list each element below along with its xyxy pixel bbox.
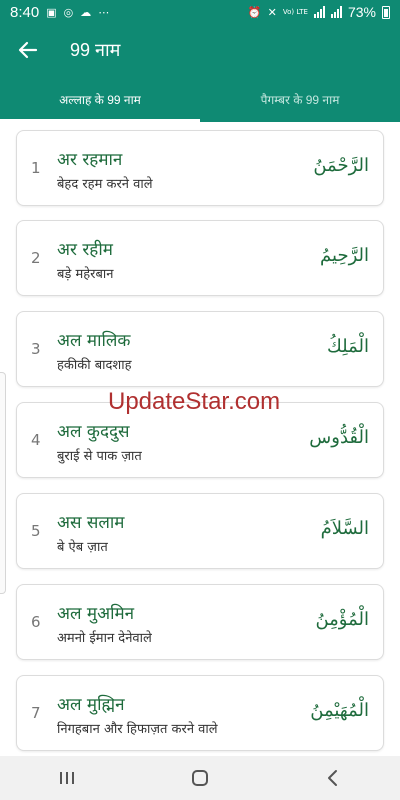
status-left: 8:40 ▣ ◎ ☁ ⋯	[10, 4, 109, 21]
item-arabic: السَّلاَمُ	[320, 518, 369, 539]
home-button[interactable]	[170, 756, 230, 800]
item-number: 1	[31, 159, 41, 177]
item-name: अर रहीम	[57, 240, 113, 260]
list-item[interactable]: 1 अर रहमान बेहद रहम करने वाले الرَّحْمَن…	[16, 130, 384, 206]
mute-icon: ✕	[267, 5, 277, 19]
item-number: 5	[31, 522, 41, 540]
item-meaning: निगहबान और हिफाज़त करने वाले	[57, 722, 218, 737]
battery-percent: 73%	[347, 4, 376, 20]
recents-icon	[59, 772, 74, 784]
item-name: अल मालिक	[57, 331, 131, 351]
item-name: अर रहमान	[57, 150, 123, 170]
signal-strength-2-icon	[330, 6, 342, 18]
tab-prophet-names[interactable]: पैगम्बर के 99 नाम	[200, 76, 400, 122]
app-bar: 99 नाम	[0, 24, 400, 76]
tab-allah-names[interactable]: अल्लाह के 99 नाम	[0, 76, 200, 122]
home-icon	[191, 770, 208, 786]
item-number: 6	[31, 613, 41, 631]
edge-panel-handle[interactable]	[0, 372, 6, 594]
names-list[interactable]: 1 अर रहमान बेहद रहम करने वाले الرَّحْمَن…	[0, 122, 400, 756]
network-label: Vo) LTE	[282, 7, 308, 16]
item-arabic: الْمُهَيْمِنُ	[310, 700, 369, 721]
item-arabic: الْقُدُّوس	[309, 427, 369, 448]
item-arabic: الْمُؤْمِنُ	[315, 609, 369, 630]
item-meaning: अमनो ईमान देनेवाले	[57, 631, 152, 646]
item-arabic: الرَّحْمَنُ	[313, 155, 369, 176]
item-meaning: हकीकी बादशाह	[57, 358, 132, 373]
item-arabic: الرَّحِيمُ	[320, 245, 369, 266]
instagram-notification-icon: ◎	[63, 5, 74, 19]
gallery-notification-icon: ▣	[46, 5, 57, 19]
tab-bar: अल्लाह के 99 नाम पैगम्बर के 99 नाम	[0, 76, 400, 122]
back-chevron-icon	[328, 770, 338, 786]
arrow-left-icon	[18, 41, 38, 59]
item-number: 2	[31, 249, 41, 267]
back-nav-button[interactable]	[303, 756, 363, 800]
item-meaning: बड़े महेरबान	[57, 267, 114, 282]
status-bar: 8:40 ▣ ◎ ☁ ⋯ ⏰ ✕ Vo) LTE 73%	[0, 0, 400, 24]
item-name: अस सलाम	[57, 513, 125, 533]
item-number: 7	[31, 704, 41, 722]
signal-strength-icon	[313, 6, 325, 18]
cloud-notification-icon: ☁	[80, 5, 92, 19]
system-nav-bar	[0, 756, 400, 800]
recents-button[interactable]	[37, 756, 97, 800]
item-number: 3	[31, 340, 41, 358]
item-meaning: बुराई से पाक ज़ात	[57, 449, 142, 464]
item-arabic: الْمَلِكُ	[326, 336, 369, 357]
item-number: 4	[31, 431, 41, 449]
battery-icon	[382, 5, 390, 19]
watermark: UpdateStar.com	[108, 388, 281, 415]
list-item[interactable]: 3 अल मालिक हकीकी बादशाह الْمَلِكُ	[16, 311, 384, 387]
page-title: 99 नाम	[70, 40, 121, 60]
list-item[interactable]: 6 अल मुअमिन अमनो ईमान देनेवाले الْمُؤْمِ…	[16, 584, 384, 660]
item-name: अल मुह्मिन	[57, 695, 125, 715]
back-button[interactable]	[0, 24, 56, 76]
item-meaning: बे ऐब ज़ात	[57, 540, 108, 555]
list-item[interactable]: 2 अर रहीम बड़े महेरबान الرَّحِيمُ	[16, 220, 384, 296]
item-name: अल मुअमिन	[57, 604, 135, 624]
list-item[interactable]: 5 अस सलाम बे ऐब ज़ात السَّلاَمُ	[16, 493, 384, 569]
list-item[interactable]: 7 अल मुह्मिन निगहबान और हिफाज़त करने वाल…	[16, 675, 384, 751]
item-name: अल कुददुस	[57, 422, 130, 442]
status-right: ⏰ ✕ Vo) LTE 73%	[248, 4, 390, 20]
item-meaning: बेहद रहम करने वाले	[57, 177, 153, 192]
status-time: 8:40	[10, 3, 40, 21]
alarm-icon: ⏰	[247, 5, 262, 19]
more-notifications-icon: ⋯	[98, 5, 110, 19]
